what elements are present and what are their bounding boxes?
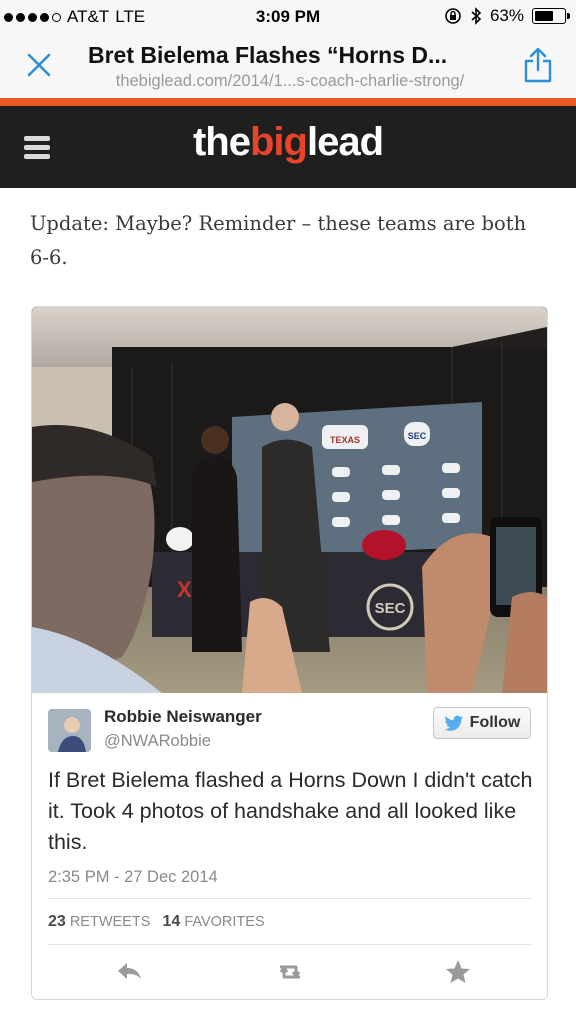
- article-update-text: Update: Maybe? Reminder – these teams ar…: [30, 212, 527, 269]
- page-url[interactable]: thebiglead.com/2014/1...s-coach-charlie-…: [80, 72, 500, 91]
- author-handle[interactable]: @NWARobbie: [104, 732, 211, 751]
- bluetooth-icon: [471, 7, 482, 25]
- banner-texas-logo: TEXAS: [330, 435, 360, 445]
- reply-icon[interactable]: [114, 957, 146, 987]
- follow-button[interactable]: Follow: [433, 707, 531, 739]
- rotation-lock-icon: [445, 8, 461, 24]
- page-title[interactable]: Bret Bielema Flashes “Horns D...: [88, 42, 508, 69]
- author-avatar[interactable]: [48, 709, 91, 752]
- retweet-icon[interactable]: [274, 957, 306, 987]
- table-sec-logo: SEC: [375, 600, 406, 617]
- battery-icon: [532, 8, 570, 24]
- twitter-bird-icon: [444, 715, 463, 731]
- site-header: thebiglead: [0, 106, 576, 188]
- banner-sec-logo: SEC: [408, 431, 427, 441]
- tweet-actions: [32, 957, 547, 989]
- site-logo[interactable]: thebiglead: [0, 120, 576, 165]
- author-name[interactable]: Robbie Neiswanger: [104, 707, 262, 727]
- battery-percent: 63%: [489, 6, 524, 25]
- tweet-photo[interactable]: TEXAS SEC XII SEC: [32, 307, 547, 693]
- tweet-text: If Bret Bielema flashed a Horns Down I d…: [48, 768, 533, 854]
- tweet-stats: 23 RETWEETS 14 FAVORITES: [48, 913, 265, 931]
- retweets-count[interactable]: 23: [48, 913, 66, 930]
- page-load-progress: [0, 98, 576, 106]
- favorite-star-icon[interactable]: [442, 957, 474, 987]
- retweets-label[interactable]: RETWEETS: [70, 914, 151, 930]
- favorites-label[interactable]: FAVORITES: [184, 914, 264, 930]
- divider: [48, 944, 531, 945]
- tweet-timestamp[interactable]: 2:35 PM - 27 Dec 2014: [48, 868, 218, 887]
- status-icons: 63%: [444, 6, 570, 26]
- favorites-count[interactable]: 14: [162, 913, 180, 930]
- share-icon[interactable]: [522, 46, 554, 84]
- browser-address-bar: Bret Bielema Flashes “Horns D... thebigl…: [0, 34, 576, 98]
- status-bar: AT&T LTE 3:09 PM 63%: [0, 0, 576, 34]
- divider: [48, 898, 531, 899]
- embedded-tweet: TEXAS SEC XII SEC Robbie Neiswanger @NWA…: [31, 306, 548, 1000]
- follow-label: Follow: [469, 714, 521, 731]
- close-icon[interactable]: [24, 50, 54, 80]
